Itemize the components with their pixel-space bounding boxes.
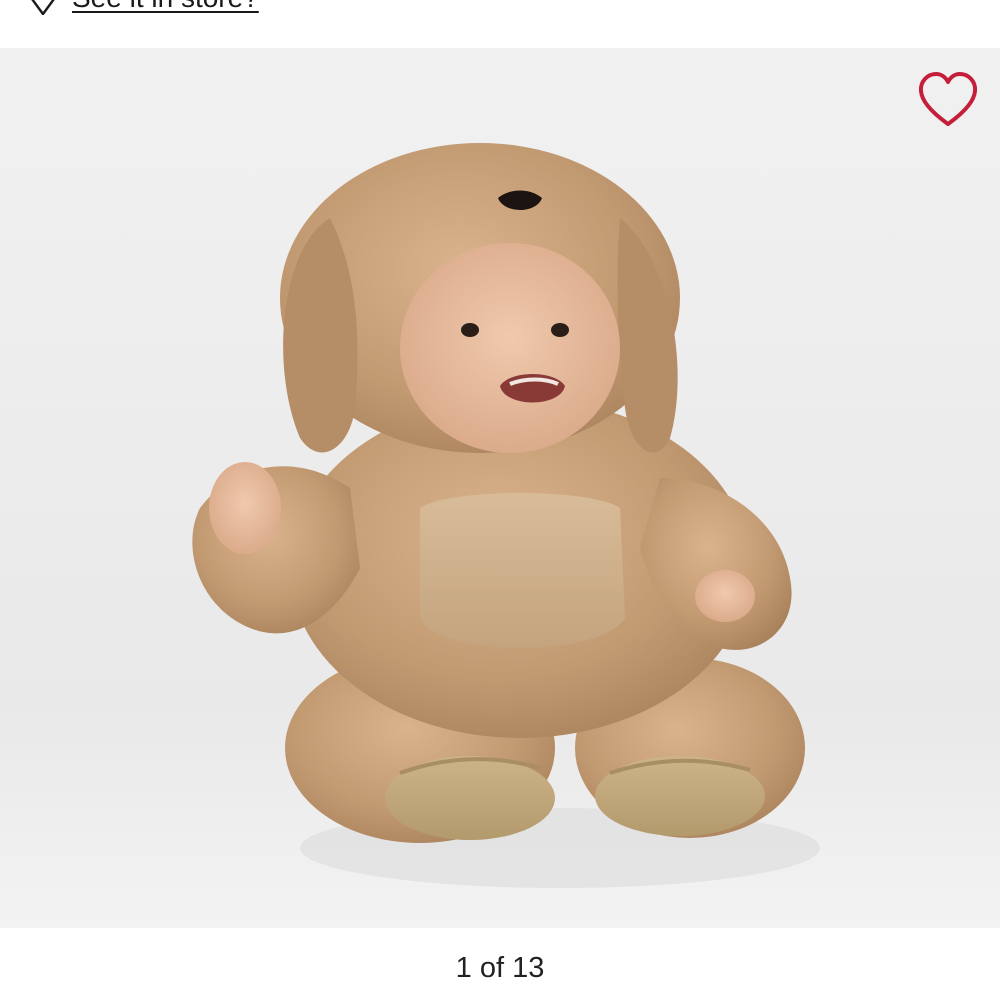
product-photo: [0, 48, 1000, 928]
favorite-button[interactable]: [916, 70, 980, 130]
image-counter: 1 of 13: [455, 952, 545, 984]
map-pin-icon: [31, 0, 55, 15]
product-page: See it in store?: [0, 0, 1000, 1000]
heart-outline-icon: [918, 72, 978, 126]
see-it-in-store-label: See it in store?: [72, 0, 259, 14]
product-image-gallery[interactable]: [0, 48, 1000, 928]
see-it-in-store-link[interactable]: See it in store?: [30, 0, 259, 18]
